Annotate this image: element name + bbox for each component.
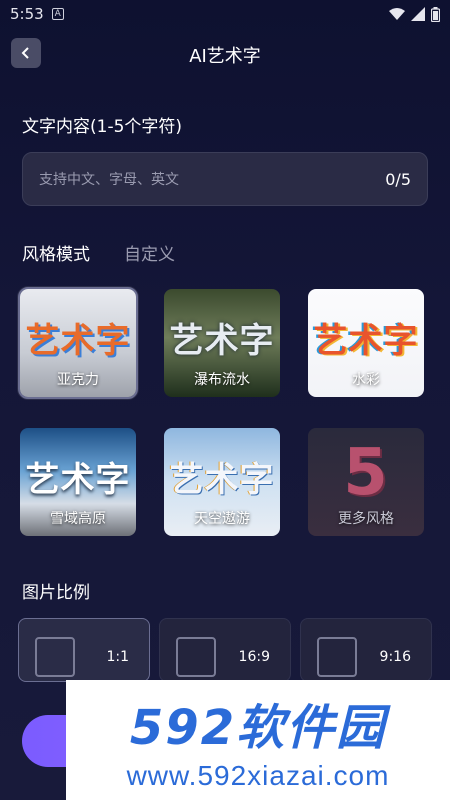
watermark-brand: 592软件园: [129, 700, 387, 756]
style-card-sky-travel[interactable]: 艺术字 天空遨游: [162, 426, 282, 538]
style-card-more-styles[interactable]: 5 更多风格: [306, 426, 426, 538]
style-label: 天空遨游: [194, 511, 250, 527]
ratio-label: 图片比例: [22, 583, 90, 603]
battery-icon: [431, 6, 440, 22]
style-thumb-text: 艺术字: [169, 460, 275, 500]
ratio-square-icon: [317, 637, 357, 677]
style-thumb-text: 艺术字: [25, 321, 131, 361]
style-label: 瀑布流水: [194, 372, 250, 388]
style-thumb-text: 艺术字: [25, 460, 131, 500]
style-label: 水彩: [352, 372, 380, 388]
text-content-label: 文字内容(1-5个字符): [22, 117, 183, 137]
header: AI艺术字: [0, 36, 450, 70]
status-left: 5:53 A: [10, 5, 64, 23]
style-card-snowfield[interactable]: 艺术字 雪域高原: [18, 426, 138, 538]
text-input[interactable]: 支持中文、字母、英文 0/5: [22, 152, 428, 206]
style-label: 亚克力: [57, 372, 99, 388]
style-label: 雪域高原: [50, 511, 106, 527]
text-input-placeholder: 支持中文、字母、英文: [39, 172, 179, 188]
ratio-option-16-9[interactable]: 16:9: [159, 618, 291, 682]
style-thumb-text: 艺术字: [313, 321, 419, 361]
watermark-url: www.592xiazai.com: [126, 760, 390, 791]
status-bar: 5:53 A: [0, 0, 450, 28]
char-counter: 0/5: [385, 169, 411, 189]
style-thumb-text: 艺术字: [169, 321, 275, 361]
status-time: 5:53: [10, 5, 44, 23]
style-thumb-text: 5: [343, 436, 389, 510]
ratio-square-icon: [35, 637, 75, 677]
style-card-acrylic[interactable]: 艺术字 亚克力: [18, 287, 138, 399]
ratio-option-label: 9:16: [379, 649, 411, 665]
ratio-square-icon: [176, 637, 216, 677]
watermark-overlay: 592软件园 www.592xiazai.com: [66, 680, 450, 800]
style-card-waterfall[interactable]: 艺术字 瀑布流水: [162, 287, 282, 399]
ratio-option-label: 16:9: [238, 649, 270, 665]
page-title: AI艺术字: [189, 46, 261, 67]
tab-custom[interactable]: 自定义: [124, 240, 175, 265]
signal-icon: [411, 7, 425, 21]
ratio-option-1-1[interactable]: 1:1: [18, 618, 150, 682]
style-label: 更多风格: [338, 511, 394, 527]
ratio-option-label: 1:1: [106, 649, 129, 665]
ratio-option-9-16[interactable]: 9:16: [300, 618, 432, 682]
tab-style-mode[interactable]: 风格模式: [22, 240, 90, 265]
style-tabs: 风格模式 自定义: [22, 240, 175, 265]
wifi-icon: [389, 8, 405, 20]
status-right: [389, 6, 440, 22]
style-card-watercolor[interactable]: 艺术字 水彩: [306, 287, 426, 399]
notification-badge-icon: A: [51, 8, 64, 20]
